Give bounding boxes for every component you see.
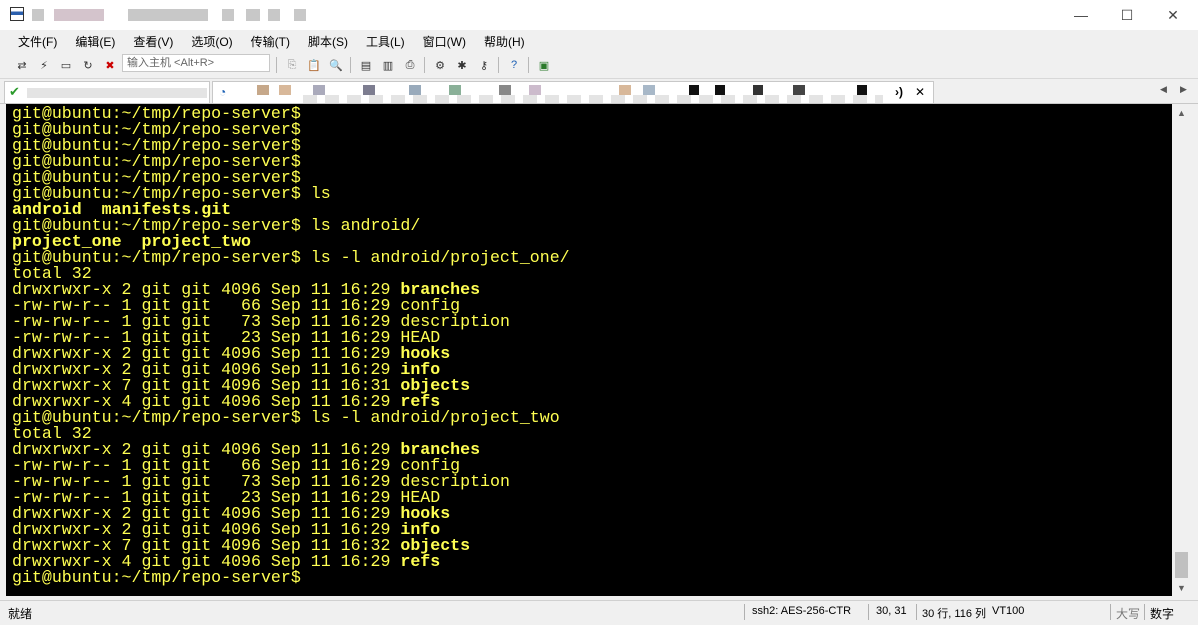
app-icon xyxy=(10,7,24,21)
menu-file[interactable]: 文件(F) xyxy=(12,33,63,50)
status-divider xyxy=(868,604,869,620)
tab-title-redacted xyxy=(715,85,725,95)
disconnect-icon[interactable]: ✖ xyxy=(102,57,118,73)
window-title-redacted xyxy=(32,9,44,21)
status-divider xyxy=(1110,604,1111,620)
toolbar-separator xyxy=(350,57,351,73)
tab-title-suffix: ›) xyxy=(895,85,903,99)
toolbar-separator xyxy=(424,57,425,73)
copy-icon[interactable]: ⎘ xyxy=(284,57,300,73)
scroll-up-icon[interactable]: ▲ xyxy=(1173,104,1190,121)
menu-edit[interactable]: 编辑(E) xyxy=(69,33,121,50)
securecrt-window: — ☐ ✕ 文件(F) 编辑(E) 查看(V) 选项(O) 传输(T) 脚本(S… xyxy=(0,0,1198,625)
window-title-redacted xyxy=(128,9,208,21)
connect-icon[interactable]: ⇄ xyxy=(14,57,30,73)
menu-view[interactable]: 查看(V) xyxy=(127,33,179,50)
status-bar: 就绪 ssh2: AES-256-CTR 30, 31 30 行, 116 列 … xyxy=(0,600,1198,625)
help-icon[interactable]: ? xyxy=(506,57,522,73)
menu-bar: 文件(F) 编辑(E) 查看(V) 选项(O) 传输(T) 脚本(S) 工具(L… xyxy=(0,30,1198,52)
toolbar-separator xyxy=(528,57,529,73)
tab-title-redacted xyxy=(499,85,511,95)
find-icon[interactable]: 🔍 xyxy=(328,57,344,73)
tab-title-redacted xyxy=(793,85,805,95)
host-input[interactable]: 输入主机 <Alt+R> xyxy=(122,54,270,72)
window-title-redacted xyxy=(268,9,280,21)
terminal-file-name: refs xyxy=(400,552,441,571)
settings-icon[interactable]: ⚙ xyxy=(432,57,448,73)
session-tab-1[interactable]: ✔ xyxy=(4,81,210,103)
reconnect-icon[interactable]: ↻ xyxy=(80,57,96,73)
window-title-redacted xyxy=(222,9,234,21)
tab-close-icon[interactable]: ✕ xyxy=(915,85,925,99)
tab-title-redacted xyxy=(279,85,291,95)
keymap-icon[interactable]: ⚷ xyxy=(476,57,492,73)
terminal-line-text: git@ubuntu:~/tmp/repo-server$ xyxy=(12,568,301,587)
tab-title-redacted xyxy=(449,85,461,95)
tab-title-redacted xyxy=(27,88,207,98)
terminal-output: git@ubuntu:~/tmp/repo-server$ git@ubuntu:… xyxy=(12,105,570,587)
status-cursor: 30, 31 xyxy=(876,605,907,617)
minimize-button[interactable]: — xyxy=(1058,0,1104,30)
tab-title-redacted xyxy=(313,85,325,95)
menu-script[interactable]: 脚本(S) xyxy=(302,33,354,50)
menu-window[interactable]: 窗口(W) xyxy=(417,33,472,50)
tab-title-redacted xyxy=(303,95,883,103)
status-protocol: ssh2: AES-256-CTR xyxy=(752,605,852,617)
tab-title-redacted xyxy=(689,85,699,95)
terminal-line: git@ubuntu:~/tmp/repo-server$ ls -l andr… xyxy=(12,408,570,427)
window-title-redacted xyxy=(246,9,260,21)
quick-connect-icon[interactable]: ⚡ xyxy=(36,57,52,73)
session-tab-icon: ◔ xyxy=(219,85,227,99)
global-options-icon[interactable]: ✱ xyxy=(454,57,470,73)
scroll-down-icon[interactable]: ▼ xyxy=(1173,579,1190,596)
tab-title-redacted xyxy=(619,85,631,95)
paste-icon[interactable]: 📋 xyxy=(306,57,322,73)
status-divider xyxy=(744,604,745,620)
terminal-screen[interactable]: git@ubuntu:~/tmp/repo-server$ git@ubuntu:… xyxy=(6,104,1172,596)
maximize-button[interactable]: ☐ xyxy=(1104,0,1150,30)
tab-title-redacted xyxy=(409,85,421,95)
sftp-icon[interactable]: ▣ xyxy=(536,57,552,73)
title-bar: — ☐ ✕ xyxy=(0,0,1198,30)
status-num: 数字 xyxy=(1150,607,1175,621)
status-size: 30 行, 116 列 xyxy=(922,608,986,620)
window-title-redacted xyxy=(294,9,306,21)
status-divider xyxy=(1144,604,1145,620)
tab-title-redacted xyxy=(257,85,269,95)
terminal-line: git@ubuntu:~/tmp/repo-server$ xyxy=(12,568,570,587)
tab-title-redacted xyxy=(529,85,541,95)
terminal-line-text: git@ubuntu:~/tmp/repo-server$ ls -l andr… xyxy=(12,248,570,267)
tab-title-redacted xyxy=(363,85,375,95)
scroll-thumb[interactable] xyxy=(1175,552,1188,578)
tab-title-redacted xyxy=(643,85,655,95)
menu-options[interactable]: 选项(O) xyxy=(185,33,238,50)
print-icon[interactable]: ⎙ xyxy=(402,57,418,73)
tab-title-redacted xyxy=(857,85,867,95)
connected-check-icon: ✔ xyxy=(9,84,20,99)
terminal-scrollbar[interactable]: ▲ ▼ xyxy=(1173,104,1190,596)
session-tab-bar: ✔ ◔ ›) ✕ ◀ ▶ xyxy=(0,79,1198,104)
status-emulation: VT100 xyxy=(992,605,1025,617)
session-tab-2[interactable]: ◔ ›) ✕ xyxy=(212,81,934,103)
close-button[interactable]: ✕ xyxy=(1150,0,1196,30)
menu-transfer[interactable]: 传输(T) xyxy=(245,33,296,50)
status-divider xyxy=(916,604,917,620)
tab-title-redacted xyxy=(753,85,763,95)
toolbar-separator xyxy=(498,57,499,73)
toolbar-separator xyxy=(276,57,277,73)
status-ready: 就绪 xyxy=(8,607,33,621)
terminal-line: git@ubuntu:~/tmp/repo-server$ ls -l andr… xyxy=(12,248,570,267)
status-caps: 大写 xyxy=(1116,607,1141,621)
menu-help[interactable]: 帮助(H) xyxy=(478,33,531,50)
window-title-redacted xyxy=(54,9,104,21)
terminal-line-text: git@ubuntu:~/tmp/repo-server$ ls -l andr… xyxy=(12,408,560,427)
tab-scroll-right-icon[interactable]: ▶ xyxy=(1180,84,1187,95)
menu-tools[interactable]: 工具(L) xyxy=(360,33,411,50)
print-selection-icon[interactable]: ▥ xyxy=(380,57,396,73)
connect-tab-icon[interactable]: ▭ xyxy=(58,57,74,73)
print-screen-icon[interactable]: ▤ xyxy=(358,57,374,73)
tab-scroll-left-icon[interactable]: ◀ xyxy=(1160,84,1167,95)
